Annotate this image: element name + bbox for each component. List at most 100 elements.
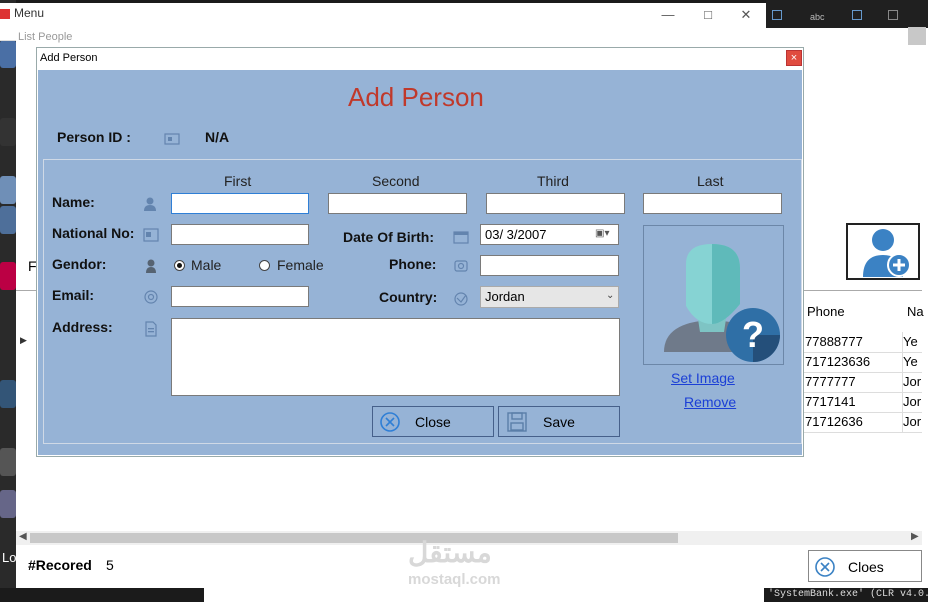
gender-label: Gendor: [52, 256, 107, 272]
email-input[interactable] [171, 286, 309, 307]
scroll-left-icon[interactable]: ◀ [19, 531, 27, 542]
name-second-caption: Second [372, 173, 420, 189]
person-id-label: Person ID : [57, 129, 131, 145]
close-button[interactable]: Close [372, 406, 494, 437]
phone-input[interactable] [480, 255, 619, 276]
table-row[interactable]: 717123636 [804, 352, 903, 373]
grid-cell-name: Jor [903, 394, 922, 409]
calendar-icon [453, 231, 469, 244]
dob-value: 03/ 3/2007 [485, 227, 547, 242]
calendar-dropdown-icon[interactable]: ▣▾ [595, 228, 613, 242]
name-last-caption: Last [697, 173, 724, 189]
save-button-label: Save [543, 414, 575, 430]
scroll-right-icon[interactable]: ▶ [911, 531, 919, 542]
national-no-input[interactable] [171, 224, 309, 245]
phone-label: Phone: [389, 256, 437, 272]
add-person-button[interactable] [846, 223, 920, 280]
desktop-app-icon[interactable] [0, 118, 16, 146]
maximize-icon[interactable]: □ [690, 4, 726, 26]
list-window-close-button[interactable] [908, 27, 926, 45]
scrollbar-thumb[interactable] [30, 533, 678, 543]
dialog-title: Add Person [40, 52, 98, 64]
gender-person-icon [146, 259, 156, 273]
table-row[interactable]: 71712636 [804, 412, 903, 433]
set-image-link[interactable]: Set Image [671, 370, 735, 386]
table-row[interactable]: Ye [902, 332, 922, 353]
grid-cell-phone: 77888777 [805, 334, 863, 349]
grid-cell-name: Ye [903, 354, 918, 369]
ide-toolbar-strip [766, 0, 928, 28]
address-textarea[interactable] [171, 318, 620, 396]
country-selected-value: Jordan [485, 289, 525, 304]
desktop-app-icon[interactable] [0, 490, 16, 518]
gender-female-label[interactable]: Female [277, 257, 324, 273]
third-name-input[interactable] [486, 193, 625, 214]
grid-cell-phone: 717123636 [805, 354, 871, 369]
grid-cell-name: Jor [903, 414, 922, 429]
close-circle-icon [815, 557, 835, 577]
table-row[interactable]: Ye [902, 352, 922, 373]
remove-image-link[interactable]: Remove [684, 394, 736, 410]
globe-icon [454, 292, 468, 306]
close-button-label: Close [415, 414, 451, 430]
add-user-icon [863, 229, 911, 277]
toolbar-icon[interactable] [888, 10, 898, 20]
desktop-icon-strip [0, 0, 16, 602]
grid-header-name[interactable]: Na [907, 304, 924, 319]
address-label: Address: [52, 319, 113, 335]
country-select[interactable]: Jordan [480, 286, 619, 308]
desktop-app-icon[interactable] [0, 262, 16, 290]
last-name-input[interactable] [643, 193, 782, 214]
close-icon[interactable]: ✕ [728, 4, 764, 26]
cloes-button-label: Cloes [848, 559, 884, 575]
grid-cell-name: Jor [903, 374, 922, 389]
gender-female-radio[interactable] [259, 260, 270, 271]
person-photo: ? [643, 225, 784, 365]
user-icon[interactable] [0, 176, 16, 204]
table-row[interactable]: Jor [902, 392, 922, 413]
grid-cell-name: Ye [903, 334, 918, 349]
table-row[interactable]: 7777777 [804, 372, 903, 393]
name-first-caption: First [224, 173, 252, 189]
desktop-app-icon[interactable] [0, 380, 16, 408]
national-id-icon [143, 228, 159, 242]
toolbar-icon[interactable] [772, 10, 782, 20]
user-name-icon [144, 197, 156, 211]
records-label: #Recored [28, 557, 92, 573]
gender-male-radio[interactable] [174, 260, 185, 271]
table-row[interactable]: 77888777 [804, 332, 903, 353]
unknown-person-icon: ? [664, 244, 780, 362]
arrow-icon[interactable] [0, 448, 16, 476]
records-count: 5 [106, 557, 114, 573]
desktop-app-icon[interactable] [0, 40, 16, 68]
toolbar-icon[interactable] [852, 10, 862, 20]
dialog-close-button[interactable]: × [786, 50, 802, 66]
chevron-down-icon[interactable]: ⌄ [606, 290, 614, 301]
id-card-icon [164, 133, 180, 145]
svg-text:?: ? [742, 314, 764, 355]
table-row[interactable]: Jor [902, 412, 922, 433]
dialog-heading: Add Person [348, 82, 484, 112]
dob-label: Date Of Birth: [343, 229, 434, 245]
grid-cell-phone: 7777777 [805, 374, 856, 389]
national-no-label: National No: [52, 225, 135, 241]
grid-cell-phone: 71712636 [805, 414, 863, 429]
save-button[interactable]: Save [498, 406, 620, 437]
second-name-input[interactable] [328, 193, 467, 214]
table-row[interactable]: Jor [902, 372, 922, 393]
minimize-icon[interactable]: — [650, 4, 686, 26]
grid-cell-phone: 7717141 [805, 394, 856, 409]
address-document-icon [145, 321, 157, 337]
user-icon[interactable] [0, 206, 16, 234]
grid-header-phone[interactable]: Phone [807, 304, 845, 319]
person-id-value: N/A [205, 129, 230, 145]
email-label: Email: [52, 287, 95, 303]
name-third-caption: Third [537, 173, 569, 189]
gender-male-label[interactable]: Male [191, 257, 221, 273]
first-name-input[interactable] [171, 193, 309, 214]
left-partial-text: Lo [2, 550, 17, 565]
toolbar-icon[interactable]: abc [810, 12, 825, 22]
watermark-arabic: مستقل [408, 537, 492, 568]
table-row[interactable]: 7717141 [804, 392, 903, 413]
save-disk-icon [507, 412, 527, 432]
